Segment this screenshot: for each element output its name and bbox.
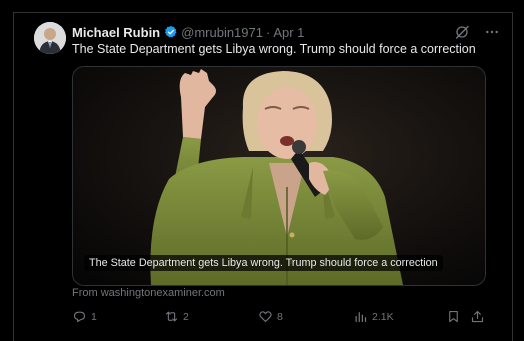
author-handle[interactable]: @mrubin1971 [181,25,263,40]
share-button[interactable] [470,309,485,324]
verified-badge-icon [165,25,177,38]
author-avatar[interactable] [34,22,66,54]
card-photo [73,67,485,285]
avatar-image [34,22,66,54]
more-icon[interactable] [482,22,502,42]
tweet-date[interactable]: Apr 1 [273,25,304,40]
link-card[interactable]: The State Department gets Libya wrong. T… [72,66,486,286]
repost-button[interactable]: 2 [164,309,189,324]
card-source[interactable]: From washingtonexaminer.com [72,287,225,299]
reply-button[interactable]: 1 [72,309,97,324]
tweet-text: The State Department gets Libya wrong. T… [72,42,476,56]
reply-count: 1 [91,310,97,323]
bookmark-button[interactable] [446,309,461,324]
like-button[interactable]: 8 [258,309,283,324]
views-icon [355,312,367,323]
repost-count: 2 [183,310,189,323]
header-actions [452,22,502,42]
bookmark-icon [449,310,458,323]
tweet-header: Michael Rubin @mrubin1971 · Apr 1 [72,23,304,41]
views-count: 2.1K [372,310,394,323]
views-button[interactable]: 2.1K [353,309,394,324]
grok-icon[interactable] [452,22,472,42]
repost-icon [165,311,178,322]
author-name[interactable]: Michael Rubin [72,25,160,40]
like-count: 8 [277,310,283,323]
card-caption: The State Department gets Libya wrong. T… [84,255,443,271]
share-icon [471,310,484,323]
like-icon [259,311,272,323]
separator-dot: · [265,24,271,40]
reply-icon [73,311,86,323]
tweet-actions: 1 2 8 2.1K [72,309,492,327]
tweet-article[interactable]: Michael Rubin @mrubin1971 · Apr 1 The St… [13,12,513,341]
